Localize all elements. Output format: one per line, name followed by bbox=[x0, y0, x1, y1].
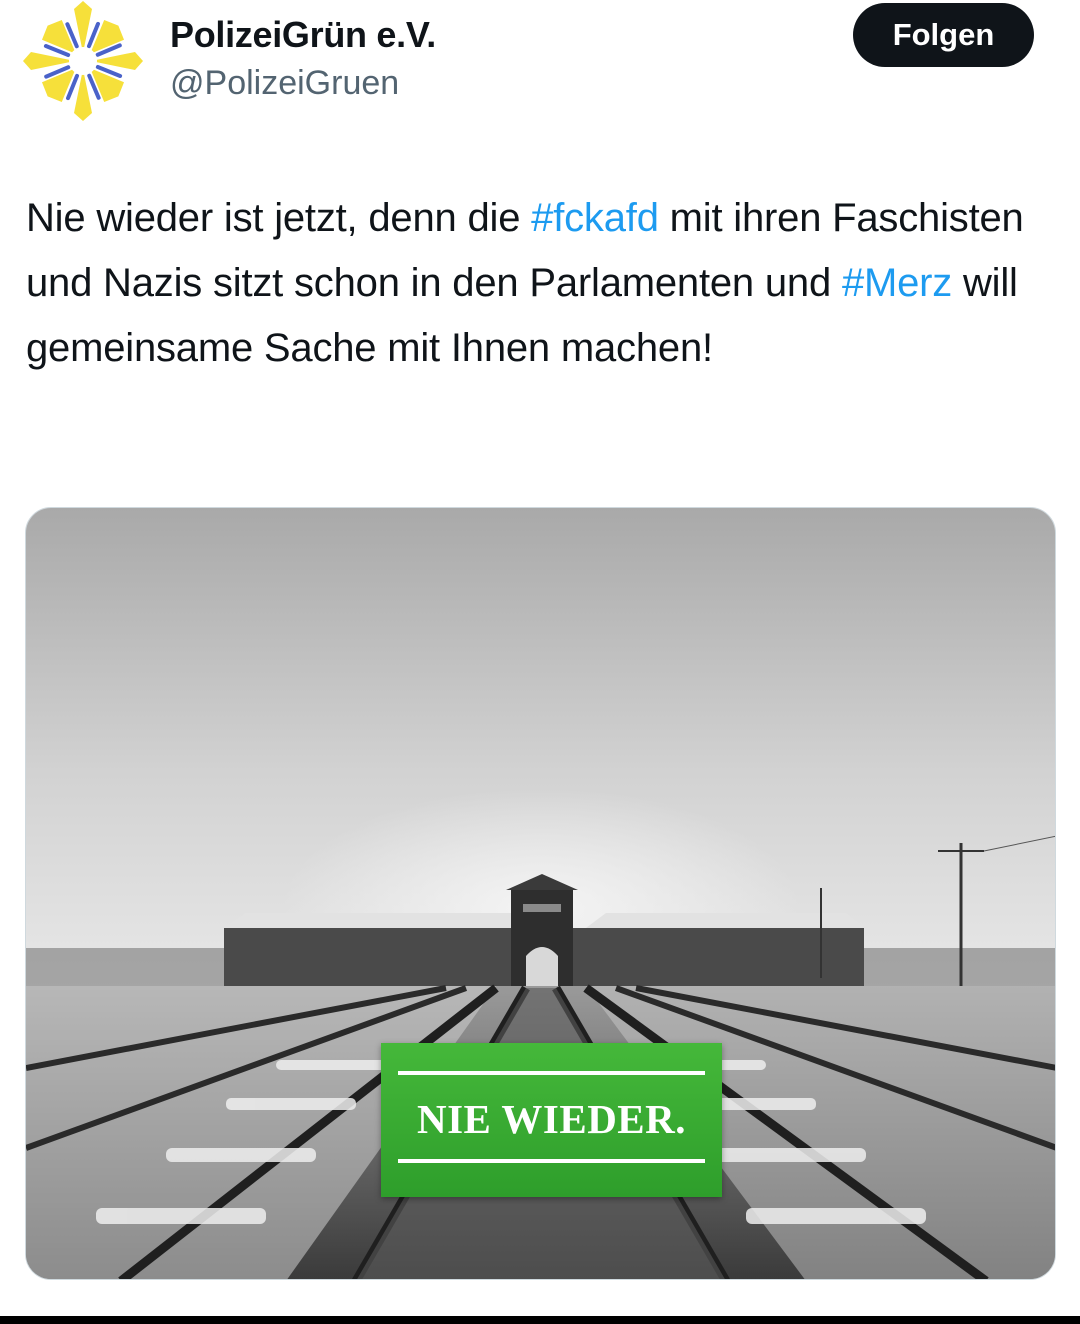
tweet: PolizeiGrün e.V. @PolizeiGruen Folgen Ni… bbox=[0, 0, 1080, 1324]
avatar[interactable] bbox=[20, 0, 146, 122]
follow-button[interactable]: Folgen bbox=[853, 3, 1034, 67]
tweet-image[interactable]: NIE WIEDER. bbox=[25, 507, 1056, 1280]
hashtag-link[interactable]: #Merz bbox=[842, 261, 952, 305]
badge-text: NIE WIEDER. bbox=[416, 1096, 687, 1142]
badge-divider bbox=[398, 1159, 705, 1163]
hashtag-link[interactable]: #fckafd bbox=[531, 196, 659, 240]
tweet-text: Nie wieder ist jetzt, denn die #fckafd m… bbox=[26, 186, 1056, 381]
tweet-text-segment: Nie wieder ist jetzt, denn die bbox=[26, 196, 532, 240]
bottom-divider bbox=[0, 1316, 1080, 1324]
nie-wieder-badge: NIE WIEDER. bbox=[381, 1043, 722, 1197]
author-handle[interactable]: @PolizeiGruen bbox=[170, 64, 399, 103]
sun-star-logo-icon bbox=[23, 1, 143, 121]
author-display-name[interactable]: PolizeiGrün e.V. bbox=[170, 14, 436, 56]
badge-divider bbox=[398, 1071, 705, 1075]
